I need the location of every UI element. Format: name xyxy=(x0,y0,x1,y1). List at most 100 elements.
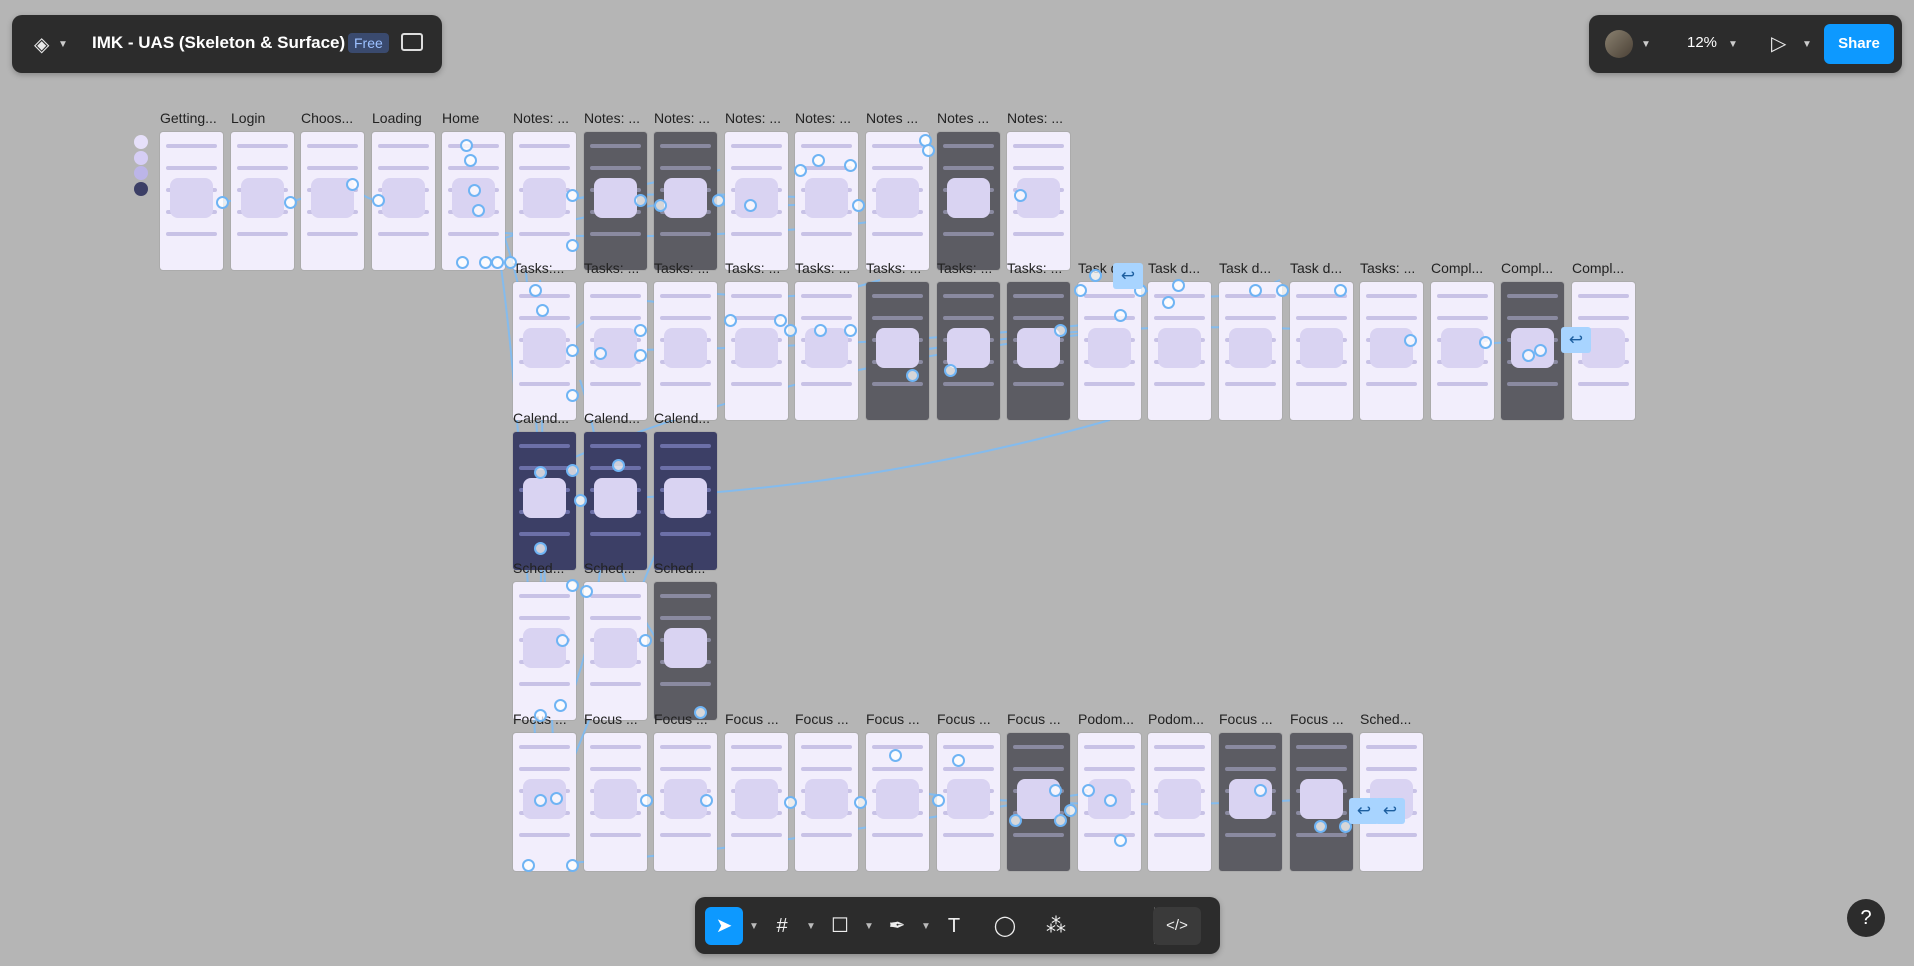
connection-node[interactable] xyxy=(468,184,481,197)
connection-node[interactable] xyxy=(534,709,547,722)
back-action-icon[interactable]: ↩ xyxy=(1561,327,1591,353)
frame-tool[interactable]: # xyxy=(763,907,801,945)
screen-frame[interactable] xyxy=(725,733,788,871)
connection-node[interactable] xyxy=(456,256,469,269)
connection-node[interactable] xyxy=(1049,784,1062,797)
connection-node[interactable] xyxy=(952,754,965,767)
connection-node[interactable] xyxy=(1064,804,1077,817)
connection-node[interactable] xyxy=(1479,336,1492,349)
frame-label[interactable]: Sched... xyxy=(1360,711,1426,727)
chevron-down-icon[interactable]: ▼ xyxy=(921,921,931,932)
frame-label[interactable]: Tasks: ... xyxy=(654,260,720,276)
comment-tool[interactable]: ◯ xyxy=(986,907,1024,945)
screen-frame[interactable] xyxy=(937,733,1000,871)
swatch-lavender[interactable] xyxy=(134,151,148,165)
connection-node[interactable] xyxy=(814,324,827,337)
frame-label[interactable]: Notes: ... xyxy=(584,110,650,126)
connection-node[interactable] xyxy=(566,464,579,477)
frame-label[interactable]: Tasks: ... xyxy=(937,260,1003,276)
connection-node[interactable] xyxy=(1082,784,1095,797)
screen-frame[interactable] xyxy=(937,132,1000,270)
connection-node[interactable] xyxy=(612,459,625,472)
connection-node[interactable] xyxy=(491,256,504,269)
connection-node[interactable] xyxy=(1404,334,1417,347)
frame-label[interactable]: Choos... xyxy=(301,110,367,126)
back-action-icon[interactable]: ↩ xyxy=(1375,798,1405,824)
play-icon[interactable]: ▷ xyxy=(1771,31,1786,56)
frame-label[interactable]: Compl... xyxy=(1572,260,1638,276)
connection-node[interactable] xyxy=(889,749,902,762)
screen-frame[interactable] xyxy=(1148,733,1211,871)
connection-node[interactable] xyxy=(712,194,725,207)
screen-frame[interactable] xyxy=(654,282,717,420)
screen-frame[interactable] xyxy=(1290,282,1353,420)
connection-node[interactable] xyxy=(580,585,593,598)
connection-node[interactable] xyxy=(634,349,647,362)
connection-node[interactable] xyxy=(216,196,229,209)
frame-label[interactable]: Notes: ... xyxy=(513,110,579,126)
chevron-down-icon[interactable]: ▼ xyxy=(749,921,759,932)
chevron-down-icon[interactable]: ▼ xyxy=(864,921,874,932)
connection-node[interactable] xyxy=(1089,269,1102,282)
swatch-lavender-light[interactable] xyxy=(134,135,148,149)
screen-frame[interactable] xyxy=(513,582,576,720)
code-icon[interactable]: </> xyxy=(1153,907,1201,945)
screen-frame[interactable] xyxy=(866,282,929,420)
frame-label[interactable]: Notes: ... xyxy=(795,110,861,126)
screen-frame[interactable] xyxy=(1360,282,1423,420)
back-action-icon[interactable]: ↩ xyxy=(1113,263,1143,289)
screen-frame[interactable] xyxy=(866,132,929,270)
connection-node[interactable] xyxy=(1249,284,1262,297)
connection-node[interactable] xyxy=(529,284,542,297)
connection-node[interactable] xyxy=(844,159,857,172)
frame-label[interactable]: Notes: ... xyxy=(1007,110,1073,126)
frame-label[interactable]: Podom... xyxy=(1148,711,1214,727)
screen-frame[interactable] xyxy=(725,132,788,270)
share-button[interactable]: Share xyxy=(1824,24,1894,64)
screen-frame[interactable] xyxy=(1148,282,1211,420)
frame-label[interactable]: Tasks:... xyxy=(513,260,579,276)
screen-frame[interactable] xyxy=(1007,733,1070,871)
screen-frame[interactable] xyxy=(442,132,505,270)
connection-node[interactable] xyxy=(634,324,647,337)
connection-node[interactable] xyxy=(944,364,957,377)
screen-frame[interactable] xyxy=(795,282,858,420)
connection-node[interactable] xyxy=(556,634,569,647)
connection-node[interactable] xyxy=(1534,344,1547,357)
help-button[interactable]: ? xyxy=(1847,899,1885,937)
screen-frame[interactable] xyxy=(654,582,717,720)
frame-label[interactable]: Loading xyxy=(372,110,438,126)
frame-label[interactable]: Sched... xyxy=(513,560,579,576)
frame-label[interactable]: Tasks: ... xyxy=(1360,260,1426,276)
connection-node[interactable] xyxy=(700,794,713,807)
frame-label[interactable]: Tasks: ... xyxy=(866,260,932,276)
screen-frame[interactable] xyxy=(1219,733,1282,871)
connection-node[interactable] xyxy=(854,796,867,809)
connection-node[interactable] xyxy=(346,178,359,191)
frame-label[interactable]: Calend... xyxy=(584,410,650,426)
connection-node[interactable] xyxy=(534,794,547,807)
connection-node[interactable] xyxy=(1009,814,1022,827)
swatch-navy[interactable] xyxy=(134,182,148,196)
connection-node[interactable] xyxy=(634,194,647,207)
frame-label[interactable]: Home xyxy=(442,110,508,126)
screen-frame[interactable] xyxy=(795,733,858,871)
screen-frame[interactable] xyxy=(1219,282,1282,420)
screen-frame[interactable] xyxy=(160,132,223,270)
frame-label[interactable]: Focus ... xyxy=(584,711,650,727)
frame-label[interactable]: Focus ... xyxy=(725,711,791,727)
chevron-down-icon[interactable]: ▼ xyxy=(1728,39,1738,50)
rectangle-tool[interactable]: ☐ xyxy=(821,907,859,945)
frame-label[interactable]: Focus ... xyxy=(1290,711,1356,727)
actions-tool[interactable]: ⁂ xyxy=(1037,907,1075,945)
frame-label[interactable]: Tasks: ... xyxy=(584,260,650,276)
connection-node[interactable] xyxy=(640,794,653,807)
connection-node[interactable] xyxy=(1104,794,1117,807)
frame-label[interactable]: Tasks: ... xyxy=(725,260,791,276)
connection-node[interactable] xyxy=(522,859,535,872)
connection-node[interactable] xyxy=(744,199,757,212)
connection-node[interactable] xyxy=(922,144,935,157)
panel-toggle-icon[interactable] xyxy=(401,33,423,51)
connection-node[interactable] xyxy=(472,204,485,217)
connection-node[interactable] xyxy=(1054,814,1067,827)
